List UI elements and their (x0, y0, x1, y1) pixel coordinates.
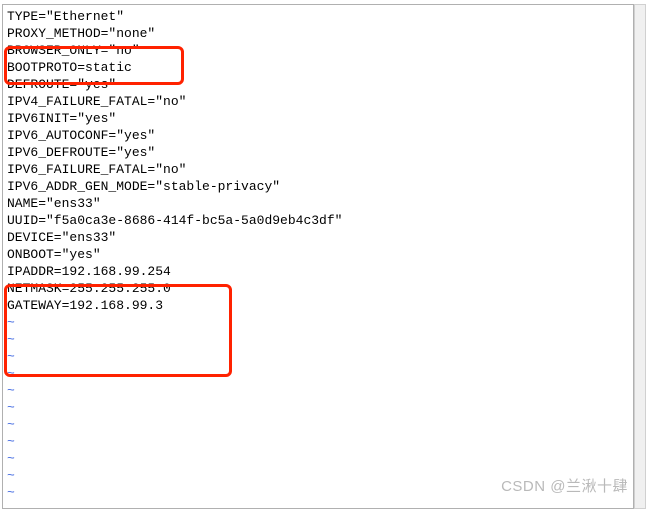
watermark-text: CSDN @兰湫十肆 (501, 478, 628, 495)
editor-viewport[interactable]: TYPE="Ethernet"PROXY_METHOD="none"BROWSE… (2, 4, 634, 509)
config-line[interactable]: TYPE="Ethernet" (7, 8, 629, 25)
config-line[interactable]: IPV6_FAILURE_FATAL="no" (7, 161, 629, 178)
config-line[interactable]: DEFROUTE="yes" (7, 76, 629, 93)
config-line[interactable]: IPV6_AUTOCONF="yes" (7, 127, 629, 144)
config-line[interactable]: PROXY_METHOD="none" (7, 25, 629, 42)
config-line[interactable]: GATEWAY=192.168.99.3 (7, 297, 629, 314)
config-line[interactable]: DEVICE="ens33" (7, 229, 629, 246)
config-line[interactable]: ONBOOT="yes" (7, 246, 629, 263)
config-line[interactable]: UUID="f5a0ca3e-8686-414f-bc5a-5a0d9eb4c3… (7, 212, 629, 229)
empty-line-tilde: ~ (7, 331, 629, 348)
empty-line-tilde: ~ (7, 416, 629, 433)
config-line[interactable]: IPV6_ADDR_GEN_MODE="stable-privacy" (7, 178, 629, 195)
empty-line-tilde: ~ (7, 399, 629, 416)
vertical-scrollbar[interactable] (634, 4, 646, 509)
config-content: TYPE="Ethernet"PROXY_METHOD="none"BROWSE… (7, 8, 629, 501)
config-line[interactable]: BOOTPROTO=static (7, 59, 629, 76)
config-line[interactable]: IPV4_FAILURE_FATAL="no" (7, 93, 629, 110)
config-line[interactable]: NAME="ens33" (7, 195, 629, 212)
empty-line-tilde: ~ (7, 365, 629, 382)
config-line[interactable]: NETMASK=255.255.255.0 (7, 280, 629, 297)
config-line[interactable]: IPV6INIT="yes" (7, 110, 629, 127)
empty-line-tilde: ~ (7, 382, 629, 399)
empty-line-tilde: ~ (7, 433, 629, 450)
config-line[interactable]: IPV6_DEFROUTE="yes" (7, 144, 629, 161)
config-line[interactable]: IPADDR=192.168.99.254 (7, 263, 629, 280)
config-line[interactable]: BROWSER_ONLY="no" (7, 42, 629, 59)
empty-line-tilde: ~ (7, 314, 629, 331)
empty-line-tilde: ~ (7, 450, 629, 467)
empty-line-tilde: ~ (7, 348, 629, 365)
